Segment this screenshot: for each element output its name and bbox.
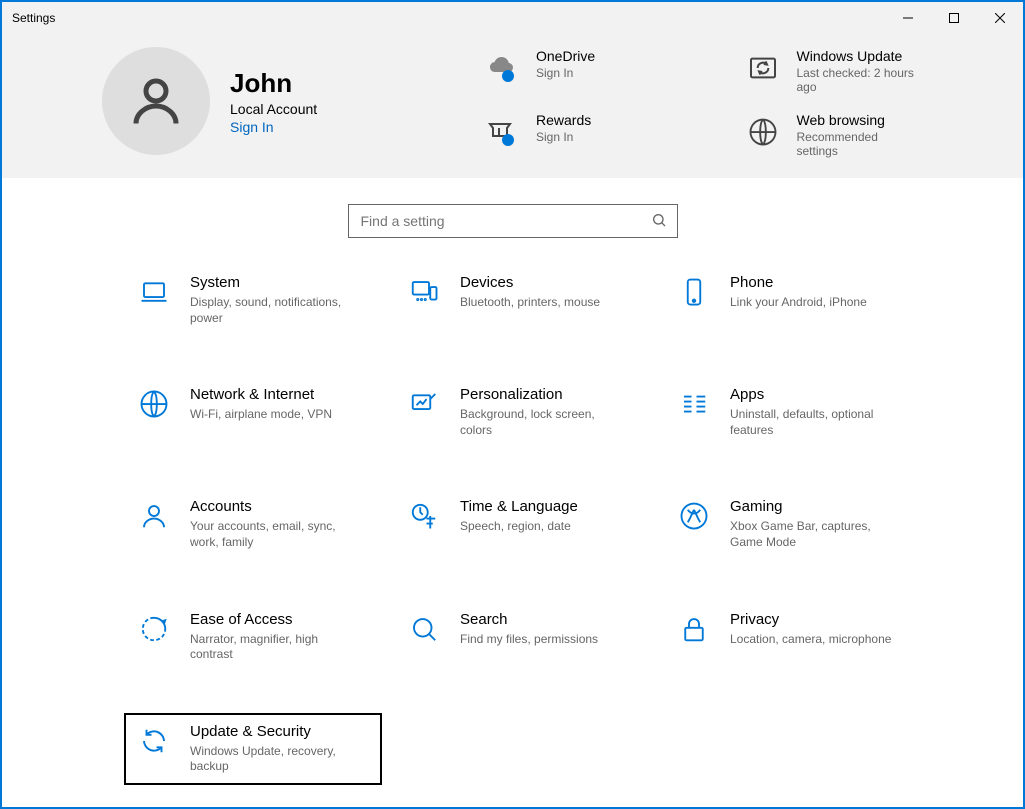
category-sub: Speech, region, date <box>460 519 578 535</box>
cloud-icon <box>482 48 522 88</box>
category-sub: Link your Android, iPhone <box>730 295 867 311</box>
tile-title: Web browsing <box>797 112 907 128</box>
account-panel[interactable]: John Local Account Sign In <box>102 44 462 158</box>
category-sub: Bluetooth, printers, mouse <box>460 295 600 311</box>
tile-sub: Recommended settings <box>797 130 907 158</box>
tile-web-browsing[interactable]: Web browsing Recommended settings <box>743 112 984 158</box>
maximize-button[interactable] <box>931 2 977 34</box>
category-title: Update & Security <box>190 723 360 740</box>
tile-onedrive[interactable]: OneDrive Sign In <box>482 48 723 94</box>
minimize-button[interactable] <box>885 2 931 34</box>
category-sub: Your accounts, email, sync, work, family <box>190 519 360 550</box>
rewards-icon <box>482 112 522 152</box>
category-system[interactable]: System Display, sound, notifications, pow… <box>128 268 378 332</box>
account-name: John <box>230 68 317 99</box>
category-sub: Narrator, magnifier, high contrast <box>190 632 360 663</box>
category-personalization[interactable]: Personalization Background, lock screen, … <box>398 380 648 444</box>
category-title: Ease of Access <box>190 611 360 628</box>
accounts-icon <box>136 498 172 534</box>
category-search[interactable]: Search Find my files, permissions <box>398 605 648 669</box>
category-sub: Wi-Fi, airplane mode, VPN <box>190 407 332 423</box>
category-title: Phone <box>730 274 867 291</box>
search-icon <box>406 611 442 647</box>
category-title: Privacy <box>730 611 891 628</box>
category-title: Apps <box>730 386 900 403</box>
update-icon <box>743 48 783 88</box>
ease-icon <box>136 611 172 647</box>
category-time-language[interactable]: Time & Language Speech, region, date <box>398 492 648 556</box>
category-network[interactable]: Network & Internet Wi-Fi, airplane mode, … <box>128 380 378 444</box>
category-sub: Display, sound, notifications, power <box>190 295 360 326</box>
categories-grid: System Display, sound, notifications, pow… <box>2 268 1023 781</box>
tile-sub: Sign In <box>536 130 591 144</box>
search-box[interactable] <box>348 204 678 238</box>
category-sub: Uninstall, defaults, optional features <box>730 407 900 438</box>
apps-icon <box>676 386 712 422</box>
search-input[interactable] <box>359 212 651 230</box>
category-accounts[interactable]: Accounts Your accounts, email, sync, work… <box>128 492 378 556</box>
tile-rewards[interactable]: Rewards Sign In <box>482 112 723 158</box>
lock-icon <box>676 611 712 647</box>
category-title: Time & Language <box>460 498 578 515</box>
category-title: Gaming <box>730 498 900 515</box>
category-sub: Location, camera, microphone <box>730 632 891 648</box>
header: John Local Account Sign In OneDrive Sign… <box>2 34 1023 178</box>
search-icon <box>651 212 667 231</box>
category-sub: Background, lock screen, colors <box>460 407 630 438</box>
category-sub: Windows Update, recovery, backup <box>190 744 360 775</box>
category-devices[interactable]: Devices Bluetooth, printers, mouse <box>398 268 648 332</box>
category-apps[interactable]: Apps Uninstall, defaults, optional featur… <box>668 380 918 444</box>
header-tiles: OneDrive Sign In Windows Update Last che… <box>482 44 983 158</box>
sync-icon <box>136 723 172 759</box>
close-button[interactable] <box>977 2 1023 34</box>
category-title: Search <box>460 611 598 628</box>
account-signin-link[interactable]: Sign In <box>230 119 317 135</box>
titlebar: Settings <box>2 2 1023 34</box>
avatar <box>102 47 210 155</box>
phone-icon <box>676 274 712 310</box>
time-language-icon <box>406 498 442 534</box>
category-sub: Xbox Game Bar, captures, Game Mode <box>730 519 900 550</box>
tile-windows-update[interactable]: Windows Update Last checked: 2 hours ago <box>743 48 984 94</box>
tile-title: Windows Update <box>797 48 917 64</box>
settings-window: Settings John Local Acco <box>0 0 1025 809</box>
laptop-icon <box>136 274 172 310</box>
category-gaming[interactable]: Gaming Xbox Game Bar, captures, Game Mode <box>668 492 918 556</box>
window-controls <box>885 2 1023 34</box>
category-update-security[interactable]: Update & Security Windows Update, recover… <box>128 717 378 781</box>
category-ease-of-access[interactable]: Ease of Access Narrator, magnifier, high … <box>128 605 378 669</box>
category-title: Accounts <box>190 498 360 515</box>
tile-title: OneDrive <box>536 48 595 64</box>
tile-title: Rewards <box>536 112 591 128</box>
tile-sub: Last checked: 2 hours ago <box>797 66 917 94</box>
devices-icon <box>406 274 442 310</box>
category-title: Personalization <box>460 386 630 403</box>
globe-icon <box>743 112 783 152</box>
tile-sub: Sign In <box>536 66 595 80</box>
gaming-icon <box>676 498 712 534</box>
category-title: Devices <box>460 274 600 291</box>
window-title: Settings <box>12 11 55 25</box>
category-title: System <box>190 274 360 291</box>
paint-icon <box>406 386 442 422</box>
category-sub: Find my files, permissions <box>460 632 598 648</box>
category-privacy[interactable]: Privacy Location, camera, microphone <box>668 605 918 669</box>
category-phone[interactable]: Phone Link your Android, iPhone <box>668 268 918 332</box>
category-title: Network & Internet <box>190 386 332 403</box>
globe-icon <box>136 386 172 422</box>
account-type: Local Account <box>230 101 317 117</box>
